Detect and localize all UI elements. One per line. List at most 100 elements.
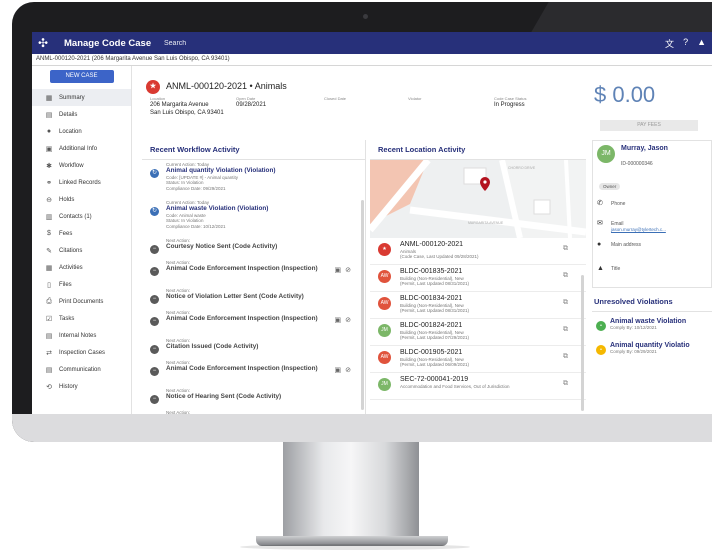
fees-amount: $ 0.00 xyxy=(594,82,656,107)
sidebar-item-additional-info[interactable]: ▣ Additional Info xyxy=(32,140,131,157)
inspection-icon: ⇄ xyxy=(46,349,52,357)
sidebar-item-location[interactable]: ● Location xyxy=(32,123,131,140)
workflow-next-title[interactable]: Citation Issued (Code Activity) xyxy=(166,343,357,351)
workflow-scrollbar[interactable] xyxy=(361,200,364,410)
workflow-next-title[interactable]: Animal Code Enforcement Inspection (Insp… xyxy=(166,315,357,323)
workflow-next-item: − Next Action: Notice of Hearing Sent (Cod… xyxy=(142,386,365,408)
workflow-list: ↻ Current Action: Today Animal quantity Vi… xyxy=(142,160,365,414)
sidebar-item-tasks[interactable]: ☑ Tasks xyxy=(32,310,131,327)
open-date: 09/28/2021 xyxy=(236,102,267,108)
calendar-icon[interactable]: ▣ xyxy=(335,367,346,374)
workflow-title[interactable]: Animal quantity Violation (Violation) xyxy=(166,167,357,175)
next-action-icon: − xyxy=(150,295,159,304)
sidebar-item-summary[interactable]: ▦ Summary xyxy=(32,89,131,106)
location-activity-item[interactable]: JM SEC-72-000041-2019 Accommodation and Fo… xyxy=(370,373,586,400)
title-label: Title xyxy=(611,266,621,272)
help-icon[interactable]: ? xyxy=(683,37,688,50)
workflow-next-title[interactable]: Courtesy Notice Sent (Code Activity) xyxy=(166,243,357,251)
sidebar-item-holds[interactable]: ⊖ Holds xyxy=(32,191,131,208)
calendar-icon[interactable]: ▣ xyxy=(335,267,346,274)
sidebar-item-label: Summary xyxy=(59,94,85,101)
location-activity-item[interactable]: AW BLDC-001834-2021 Building (Non-Resident… xyxy=(370,292,586,319)
location-record-updated: (Code Case, Last Updated 09/28/2021) xyxy=(400,254,479,259)
violations-title: Unresolved Violations xyxy=(592,292,712,312)
pay-fees-button[interactable]: PAY FEES xyxy=(600,120,698,131)
sidebar-item-contacts[interactable]: ▥ Contacts (1) xyxy=(32,208,131,225)
location-activity-item[interactable]: JM BLDC-001824-2021 Building (Non-Resident… xyxy=(370,319,586,346)
workflow-next-title[interactable]: Animal Code Enforcement Inspection (Insp… xyxy=(166,365,357,373)
app-screen: ✣ Manage Code Case Search 文 ? ▲ ANML-000… xyxy=(32,32,712,414)
sidebar-item-communication[interactable]: ▤ Communication xyxy=(32,361,131,378)
workflow-next-item: − Next Action: Courtesy Notice Sent (Code … xyxy=(142,236,365,258)
cancel-icon[interactable]: ⊘ xyxy=(345,267,355,274)
sidebar-item-activities[interactable]: ▦ Activities xyxy=(32,259,131,276)
inspection-actions: ▣⊘ xyxy=(335,266,356,274)
workflow-next-item: − Next Action: Animal Code Enforcement Ins… xyxy=(142,258,365,286)
violation-item[interactable]: • Animal quantity Violatio Comply By: 09/2… xyxy=(592,342,712,366)
sidebar-item-files[interactable]: ▯ Files xyxy=(32,276,131,293)
open-record-icon[interactable]: ⧉ xyxy=(563,380,568,388)
location-map[interactable]: CHORRO DRIVE MARGARITA AVENUE xyxy=(370,160,586,238)
violator-label: Violator xyxy=(408,96,422,101)
sidebar-item-label: Print Documents xyxy=(59,298,104,305)
notification-bell-icon[interactable]: ▲ xyxy=(697,37,706,50)
map-graphic: CHORRO DRIVE MARGARITA AVENUE xyxy=(370,160,586,238)
location-title: Recent Location Activity xyxy=(370,140,586,160)
email-row: ✉ Email xyxy=(597,219,624,227)
status-label: Code Case Status xyxy=(494,96,527,101)
location-activity-item[interactable]: AW BLDC-001835-2021 Building (Non-Resident… xyxy=(370,265,586,292)
workflow-next-title[interactable]: Notice of Hearing Sent (Code Activity) xyxy=(166,393,357,401)
new-case-button[interactable]: NEW CASE xyxy=(49,70,114,83)
workflow-next-title[interactable]: Animal Code Enforcement Inspection (Insp… xyxy=(166,265,357,273)
violations-list: • Animal waste Violation Comply By: 10/12/… xyxy=(592,318,712,366)
location-scrollbar[interactable] xyxy=(581,275,584,411)
location-activity-item[interactable]: ★ ANML-000120-2021 Animals (Code Case, Last… xyxy=(370,238,586,265)
workflow-next-item: Next Action: xyxy=(142,408,365,414)
sidebar-item-label: Fees xyxy=(59,230,73,237)
sidebar-item-history[interactable]: ⟲ History xyxy=(32,378,131,395)
sidebar-item-details[interactable]: ▤ Details xyxy=(32,106,131,123)
record-avatar: ★ xyxy=(378,243,391,256)
violation-item[interactable]: • Animal waste Violation Comply By: 10/12/… xyxy=(592,318,712,342)
sidebar-item-citations[interactable]: ✎ Citations xyxy=(32,242,131,259)
app-logo-icon[interactable]: ✣ xyxy=(38,36,58,50)
sidebar-item-label: Details xyxy=(59,111,78,118)
email-link[interactable]: jason.murray@tylertech.c... xyxy=(611,227,666,232)
open-record-icon[interactable]: ⧉ xyxy=(563,299,568,307)
open-record-icon[interactable]: ⧉ xyxy=(563,245,568,253)
sidebar-item-linked-records[interactable]: ⚭ Linked Records xyxy=(32,174,131,191)
workflow-next-item: − Next Action: Notice of Violation Letter … xyxy=(142,286,365,308)
open-record-icon[interactable]: ⧉ xyxy=(563,326,568,334)
translate-icon[interactable]: 文 xyxy=(665,37,674,50)
workflow-next-title[interactable]: Notice of Violation Letter Sent (Code Ac… xyxy=(166,293,357,301)
workflow-next-item: − Next Action: Animal Code Enforcement Ins… xyxy=(142,358,365,386)
calendar-icon[interactable]: ▣ xyxy=(335,317,346,324)
sidebar-item-print-documents[interactable]: ⎙ Print Documents xyxy=(32,293,131,310)
sidebar-item-label: History xyxy=(59,383,78,390)
sidebar-item-fees[interactable]: $ Fees xyxy=(32,225,131,242)
violations-panel: Unresolved Violations • Animal waste Viol… xyxy=(592,292,712,414)
cancel-icon[interactable]: ⊘ xyxy=(345,317,355,324)
cancel-icon[interactable]: ⊘ xyxy=(345,367,355,374)
phone-row: ✆ Phone xyxy=(597,199,625,207)
violation-title: Animal quantity Violatio xyxy=(610,342,690,349)
fees-card: $ 0.00 PAY FEES xyxy=(590,78,712,138)
case-title: ANML-000120-2021 • Animals xyxy=(166,81,287,91)
location-activity-list: ★ ANML-000120-2021 Animals (Code Case, Last… xyxy=(370,238,586,400)
workflow-title[interactable]: Animal waste Violation (Violation) xyxy=(166,205,357,213)
sidebar-item-workflow[interactable]: ✱ Workflow xyxy=(32,157,131,174)
sidebar-item-internal-notes[interactable]: ▤ Internal Notes xyxy=(32,327,131,344)
sidebar-item-label: Tasks xyxy=(59,315,75,322)
monitor-chin xyxy=(12,414,712,442)
location-panel: Recent Location Activity CHORRO DRIVE MA… xyxy=(370,140,586,414)
sidebar-item-label: Inspection Cases xyxy=(59,349,106,356)
contact-name[interactable]: Murray, Jason xyxy=(621,145,668,152)
sidebar-item-label: Holds xyxy=(59,196,75,203)
location-activity-item[interactable]: AW BLDC-001905-2021 Building (Non-Resident… xyxy=(370,346,586,373)
record-avatar: JM xyxy=(378,324,391,337)
search-button[interactable]: Search xyxy=(164,40,186,47)
sidebar-item-inspection-cases[interactable]: ⇄ Inspection Cases xyxy=(32,344,131,361)
open-record-icon[interactable]: ⧉ xyxy=(563,272,568,280)
workflow-current-item: ↻ Current Action: Today Animal waste Viola… xyxy=(142,198,365,236)
open-record-icon[interactable]: ⧉ xyxy=(563,353,568,361)
